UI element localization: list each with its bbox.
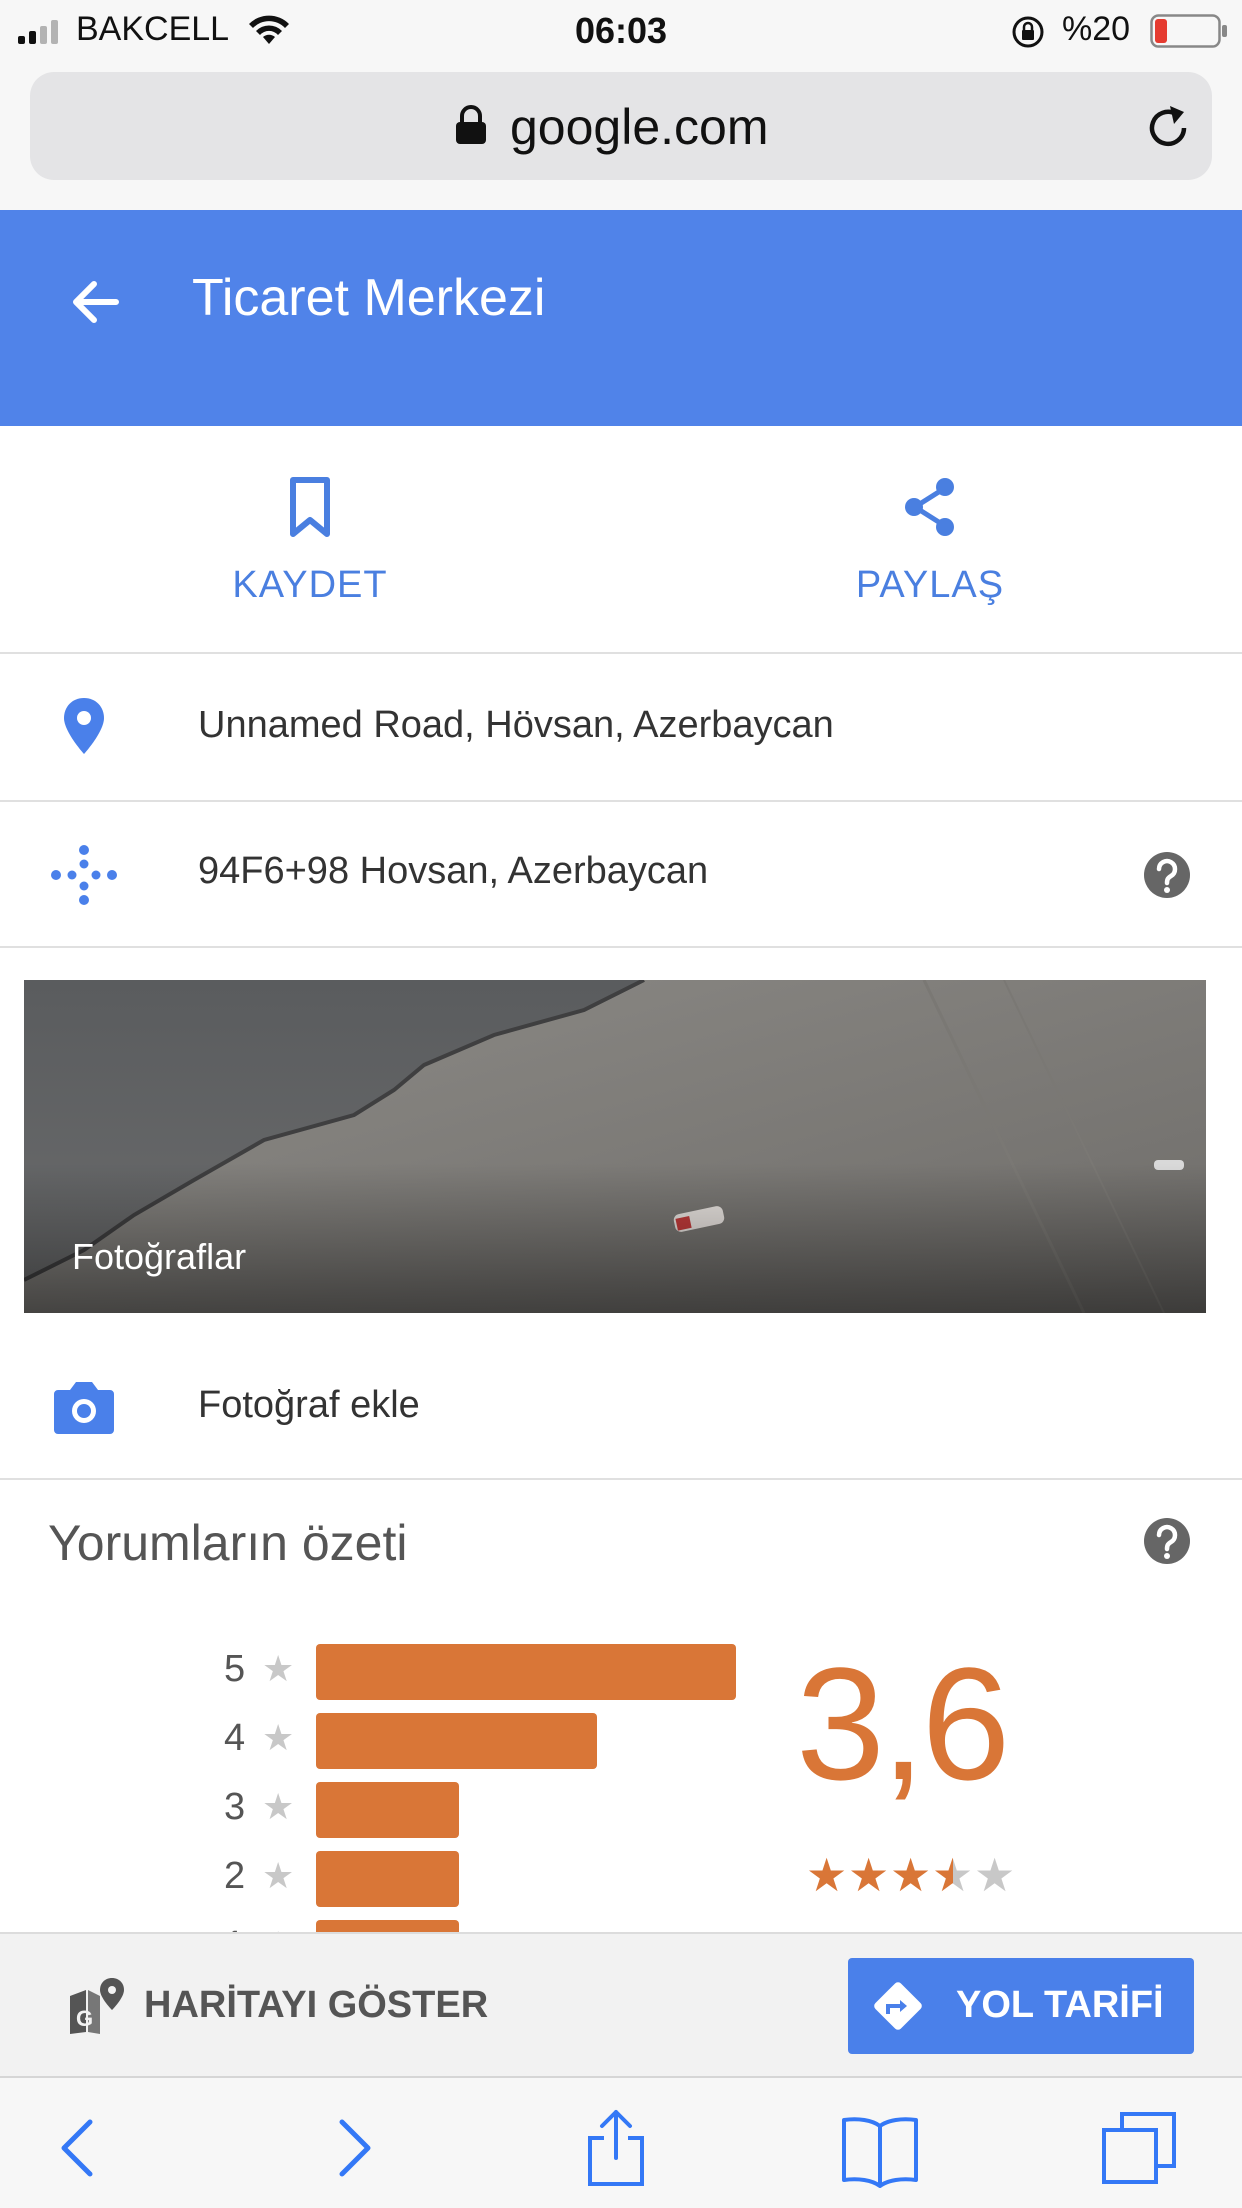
reload-icon[interactable] <box>1142 102 1194 154</box>
rating-bar <box>316 1920 459 1932</box>
place-header: Ticaret Merkezi <box>0 210 1242 426</box>
directions-button[interactable]: YOL TARİFİ <box>848 1958 1194 2054</box>
rating-row-4: 4 ★ <box>220 1711 760 1780</box>
save-label: KAYDET <box>232 564 388 606</box>
location-pin-icon <box>64 698 104 754</box>
share-button[interactable]: PAYLAŞ <box>780 472 1080 622</box>
rating-bar <box>316 1782 459 1838</box>
rating-star-count: 5 <box>224 1648 246 1690</box>
star-icon: ★ <box>932 1849 976 1901</box>
rating-star-count: 3 <box>224 1786 246 1828</box>
star-icon: ★ <box>262 1786 295 1827</box>
star-icon: ★ <box>262 1855 295 1896</box>
browser-toolbar <box>0 2076 1242 2208</box>
orientation-lock-icon <box>1012 16 1044 48</box>
status-bar: BAKCELL 06:03 %20 <box>0 0 1242 62</box>
rating-star-count: 4 <box>224 1717 246 1759</box>
share-sheet-icon[interactable] <box>576 2108 656 2188</box>
browser-address-bar: google.com <box>0 62 1242 210</box>
rating-bar <box>316 1851 459 1907</box>
star-icon: ★ <box>262 1648 295 1689</box>
bookmark-icon <box>290 477 330 537</box>
directions-icon <box>874 1982 922 2030</box>
add-photo-row[interactable]: Fotoğraf ekle <box>0 1336 1242 1480</box>
back-arrow-icon[interactable] <box>60 266 132 338</box>
rating-row-2: 2 ★ <box>220 1849 760 1918</box>
plus-code-row[interactable]: 94F6+98 Hovsan, Azerbaycan <box>0 802 1242 948</box>
share-icon <box>905 478 954 536</box>
reviews-summary: Yorumların özeti 5 ★ 4 ★ 3 ★ 2 ★ 1 ★ <box>0 1482 1242 1932</box>
star-icon: ★ <box>974 1849 1018 1901</box>
average-rating: 3,6 <box>796 1634 1010 1813</box>
reviews-title: Yorumların özeti <box>48 1515 408 1571</box>
url-field[interactable]: google.com <box>30 72 1212 180</box>
lock-icon <box>456 105 486 144</box>
address-text: Unnamed Road, Hövsan, Azerbaycan <box>198 704 834 746</box>
rating-star-count: 2 <box>224 1855 246 1897</box>
tabs-icon[interactable] <box>1100 2108 1180 2188</box>
photos-thumbnail[interactable]: Fotoğraflar <box>24 980 1206 1313</box>
share-label: PAYLAŞ <box>855 564 1005 606</box>
battery-icon <box>1150 14 1227 48</box>
add-photo-label: Fotoğraf ekle <box>198 1384 420 1426</box>
forward-icon[interactable] <box>314 2108 394 2188</box>
svg-text:G: G <box>76 2006 93 2031</box>
star-icon: ★ <box>262 1717 295 1758</box>
star-icon: ★ <box>890 1849 934 1901</box>
rating-bar <box>316 1644 736 1700</box>
save-button[interactable]: KAYDET <box>160 472 460 622</box>
photos-label: Fotoğraflar <box>72 1236 247 1277</box>
plus-code-icon <box>51 845 117 905</box>
url-text: google.com <box>510 99 769 155</box>
rating-star-count: 1 <box>224 1924 245 1932</box>
star-icon: ★ <box>848 1849 892 1901</box>
camera-icon <box>54 1382 114 1434</box>
show-map-label: HARİTAYI GÖSTER <box>144 1984 489 2026</box>
address-row[interactable]: Unnamed Road, Hövsan, Azerbaycan <box>0 656 1242 802</box>
rating-row-1: 1 ★ <box>220 1918 760 1932</box>
rating-row-5: 5 ★ <box>220 1642 760 1711</box>
page-title: Ticaret Merkezi <box>192 269 546 327</box>
rating-bar <box>316 1713 597 1769</box>
star-icon: ★ <box>262 1924 294 1932</box>
rating-distribution: 5 ★ 4 ★ 3 ★ 2 ★ 1 ★ <box>220 1642 760 1932</box>
bookmarks-icon[interactable] <box>840 2108 920 2188</box>
bottom-action-bar: G HARİTAYI GÖSTER YOL TARİFİ <box>0 1932 1242 2076</box>
directions-label: YOL TARİFİ <box>956 1984 1164 2026</box>
plus-code-text: 94F6+98 Hovsan, Azerbaycan <box>198 850 709 892</box>
show-map-button[interactable]: G HARİTAYI GÖSTER <box>66 1970 526 2046</box>
clock: 06:03 <box>574 10 668 51</box>
help-icon[interactable] <box>1142 1516 1192 1566</box>
help-icon[interactable] <box>1142 850 1192 900</box>
map-pin-icon: G <box>70 1978 124 2034</box>
average-star-rating: ★★★★★ <box>806 1848 1016 1902</box>
action-row: KAYDET PAYLAŞ <box>0 426 1242 654</box>
rating-row-3: 3 ★ <box>220 1780 760 1849</box>
star-icon: ★ <box>806 1849 850 1901</box>
battery-percentage: %20 <box>1062 10 1131 48</box>
back-icon[interactable] <box>38 2108 118 2188</box>
